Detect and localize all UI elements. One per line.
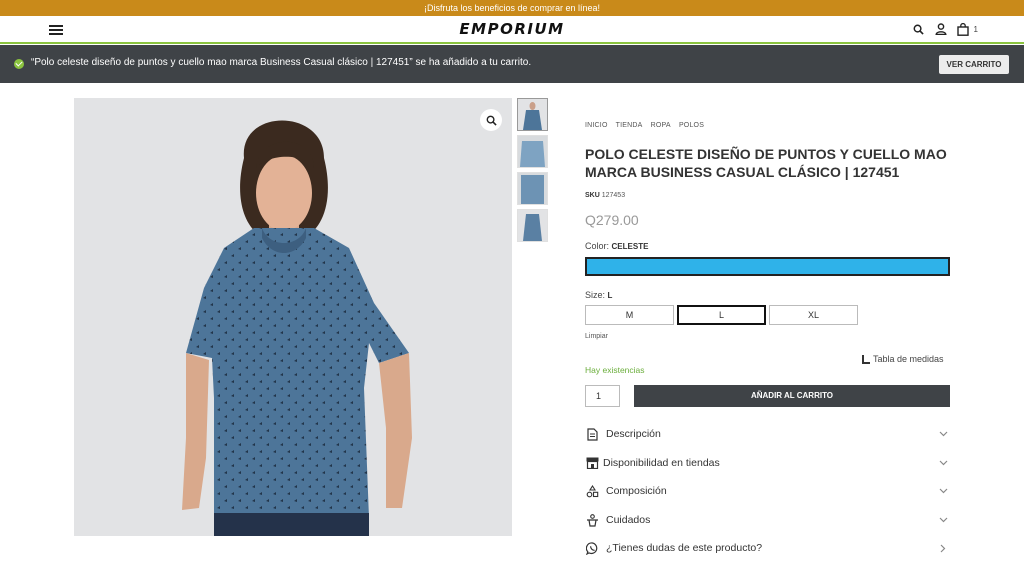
zoom-button[interactable]: [480, 109, 502, 131]
header-actions: 1: [912, 22, 978, 36]
product-title: POLO CELESTE DISEÑO DE PUNTOS Y CUELLO M…: [585, 146, 947, 180]
color-label-text: Color:: [585, 241, 610, 251]
thumbnail-1[interactable]: [517, 98, 548, 131]
view-cart-button[interactable]: VER CARRITO: [939, 55, 1009, 74]
chevron-down-icon: [938, 429, 948, 439]
promo-bar: ¡Disfruta los beneficios de comprar en l…: [0, 0, 1024, 16]
accordion-label: Disponibilidad en tiendas: [603, 457, 720, 469]
accordion-care[interactable]: Cuidados: [585, 509, 950, 531]
ruler-icon: [862, 354, 870, 364]
accordion-label: Descripción: [606, 428, 661, 440]
chevron-down-icon: [938, 515, 948, 525]
color-swatch-celeste[interactable]: [585, 257, 950, 276]
size-option-l[interactable]: L: [677, 305, 766, 325]
menu-icon[interactable]: [49, 25, 63, 35]
size-chart-label: Tabla de medidas: [873, 354, 944, 364]
size-chart-link[interactable]: Tabla de medidas: [862, 354, 944, 364]
accordion-composition[interactable]: Composición: [585, 480, 950, 502]
thumbnail-2[interactable]: [517, 135, 548, 168]
chevron-down-icon: [938, 458, 948, 468]
product-price: Q279.00: [585, 212, 639, 228]
accordion-label: Composición: [606, 485, 667, 497]
sku: SKU 127453: [585, 192, 625, 199]
thumbnail-strip: [517, 98, 548, 246]
size-option-m[interactable]: M: [585, 305, 674, 325]
size-option-xl[interactable]: XL: [769, 305, 858, 325]
breadcrumb-item[interactable]: ROPA: [651, 122, 671, 129]
size-label: Size: L: [585, 290, 612, 300]
chevron-down-icon: [938, 486, 948, 496]
cart-count: 1: [973, 24, 978, 34]
clear-selection-link[interactable]: Limpiar: [585, 333, 608, 340]
thumbnail-3[interactable]: [517, 172, 548, 205]
product-main-image[interactable]: [74, 98, 512, 536]
added-to-cart-notice: “Polo celeste diseño de puntos y cuello …: [0, 45, 1024, 83]
site-header: EMPORIUM 1: [0, 16, 1024, 44]
breadcrumb: INICIO TIENDA ROPA POLOS: [585, 122, 710, 129]
accordion-product-questions[interactable]: ¿Tienes dudas de este producto?: [585, 537, 950, 559]
size-label-text: Size:: [585, 290, 606, 300]
site-logo[interactable]: EMPORIUM: [0, 20, 1024, 38]
accordion-label: Cuidados: [606, 514, 651, 526]
cart-icon[interactable]: [956, 22, 970, 36]
store-icon: [585, 456, 599, 470]
quantity-input[interactable]: 1: [585, 385, 620, 407]
chevron-right-icon: [938, 543, 948, 553]
breadcrumb-item[interactable]: INICIO: [585, 122, 608, 129]
thumbnail-4[interactable]: [517, 209, 548, 242]
add-to-cart-button[interactable]: AÑADIR AL CARRITO: [634, 385, 950, 407]
search-icon[interactable]: [912, 22, 926, 36]
accordion-description[interactable]: Descripción: [585, 423, 950, 445]
color-value: CELESTE: [611, 242, 649, 251]
sku-label: SKU: [585, 192, 600, 199]
check-icon: [14, 59, 24, 69]
shapes-icon: [585, 484, 599, 498]
breadcrumb-item[interactable]: TIENDA: [616, 122, 643, 129]
account-icon[interactable]: [934, 22, 948, 36]
color-label: Color: CELESTE: [585, 241, 648, 251]
notice-message: “Polo celeste diseño de puntos y cuello …: [31, 57, 532, 68]
sku-value: 127453: [601, 192, 626, 199]
magnifier-icon: [486, 115, 497, 126]
whatsapp-icon: [585, 541, 599, 555]
stock-status: Hay existencias: [585, 365, 645, 375]
accordion-store-availability[interactable]: Disponibilidad en tiendas: [585, 452, 950, 474]
document-icon: [585, 427, 599, 441]
accordion-label: ¿Tienes dudas de este producto?: [606, 542, 763, 554]
size-value: L: [607, 291, 613, 300]
care-icon: [585, 513, 599, 527]
breadcrumb-item[interactable]: POLOS: [679, 122, 704, 129]
